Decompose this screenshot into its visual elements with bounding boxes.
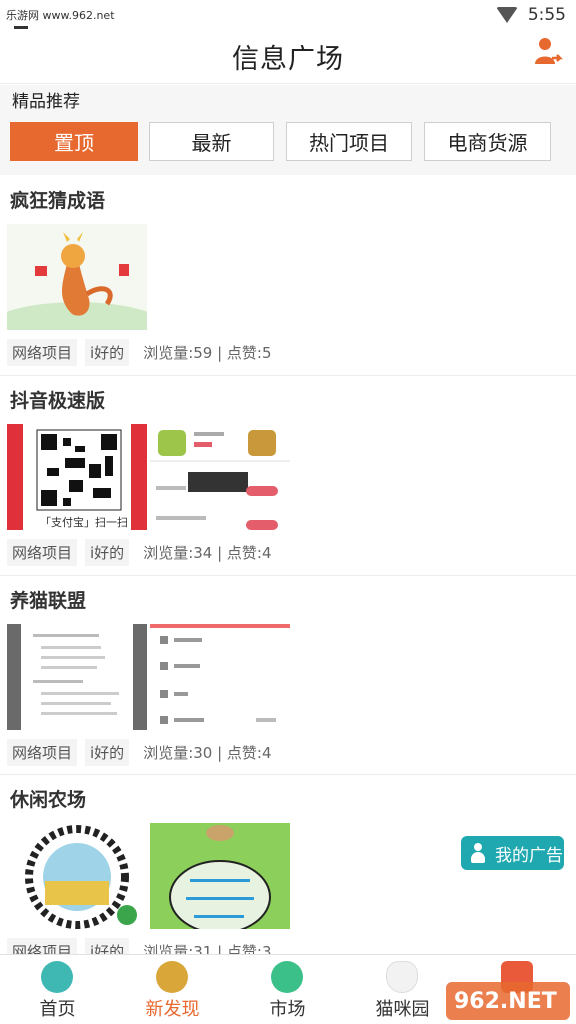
home-icon [41, 961, 73, 993]
clock: 5:55 [527, 5, 566, 25]
post-image[interactable] [150, 624, 290, 730]
app-header: 信息广场 [0, 30, 576, 84]
post-image[interactable] [7, 224, 147, 330]
post-image[interactable] [150, 823, 290, 929]
author-tag: i好的 [85, 538, 130, 566]
post-meta: 网络项目 i好的 浏览量:59 | 点赞:5 [7, 338, 272, 366]
wifi-icon [495, 7, 518, 23]
chart-icon [271, 961, 303, 993]
post-title: 休闲农场 [10, 789, 87, 811]
post-stats: 浏览量:34 | 点赞:4 [143, 543, 272, 562]
post-title: 疯狂猜成语 [10, 190, 106, 212]
nav-item-home[interactable]: 首页 [0, 955, 115, 1024]
post-card[interactable]: 养猫联盟 网络项目 i好的 浏览量:30 | 点赞:4 [0, 576, 576, 775]
nav-item-discover[interactable]: 新发现 [115, 955, 230, 1024]
watermark-text: 乐游网 www.962.net [6, 9, 115, 22]
author-tag: i好的 [85, 338, 130, 366]
page-title: 信息广场 [232, 44, 344, 75]
post-stats: 浏览量:30 | 点赞:4 [143, 743, 272, 762]
cat-icon [386, 961, 418, 993]
tab-ecommerce[interactable]: 电商货源 [424, 122, 551, 161]
nav-label: 新发现 [145, 999, 200, 1020]
category-tag: 网络项目 [7, 738, 78, 766]
tab-hot-projects[interactable]: 热门项目 [286, 122, 412, 161]
coins-icon [156, 961, 188, 993]
post-title: 抖音极速版 [10, 390, 106, 412]
status-icons: 5:55 [495, 5, 566, 25]
post-meta: 网络项目 i好的 浏览量:30 | 点赞:4 [7, 738, 272, 766]
post-stats: 浏览量:59 | 点赞:5 [143, 343, 272, 362]
post-title: 养猫联盟 [10, 590, 87, 612]
post-image[interactable] [150, 424, 290, 530]
post-card[interactable]: 抖音极速版 「支付宝」扫一扫 网络项目 i好的 浏览量:34 | 点赞:4 [0, 376, 576, 576]
category-tag: 网络项目 [7, 338, 78, 366]
svg-text:962.NET: 962.NET [454, 989, 557, 1014]
person-icon [469, 843, 487, 863]
tab-latest[interactable]: 最新 [149, 122, 274, 161]
nav-label: 首页 [39, 999, 76, 1020]
section-label: 精品推荐 [0, 85, 576, 119]
category-tag: 网络项目 [7, 538, 78, 566]
post-meta: 网络项目 i好的 浏览量:34 | 点赞:4 [7, 538, 272, 566]
menu-dash-icon [14, 26, 28, 29]
post-image[interactable] [7, 823, 147, 929]
my-ad-label: 我的广告 [495, 845, 563, 866]
tab-top[interactable]: 置顶 [10, 122, 138, 161]
nav-label: 市场 [269, 999, 306, 1020]
status-bar: 乐游网 www.962.net 5:55 [0, 0, 576, 30]
profile-share-icon[interactable] [534, 36, 564, 66]
thumb-caption: 「支付宝」扫一扫 [40, 514, 128, 530]
site-watermark-logo: 962.NET [446, 982, 570, 1020]
author-tag: i好的 [85, 738, 130, 766]
post-image[interactable] [7, 624, 147, 730]
my-ad-button[interactable]: 我的广告 [461, 836, 564, 870]
category-tabs: 置顶 最新 热门项目 电商货源 [0, 119, 576, 175]
post-card[interactable]: 疯狂猜成语 网络项目 i好的 浏览量:59 | 点赞:5 [0, 176, 576, 376]
post-card[interactable]: 休闲农场 网络项目 i好的 浏览量:31 | 点赞:3 [0, 775, 576, 975]
nav-item-market[interactable]: 市场 [230, 955, 345, 1024]
